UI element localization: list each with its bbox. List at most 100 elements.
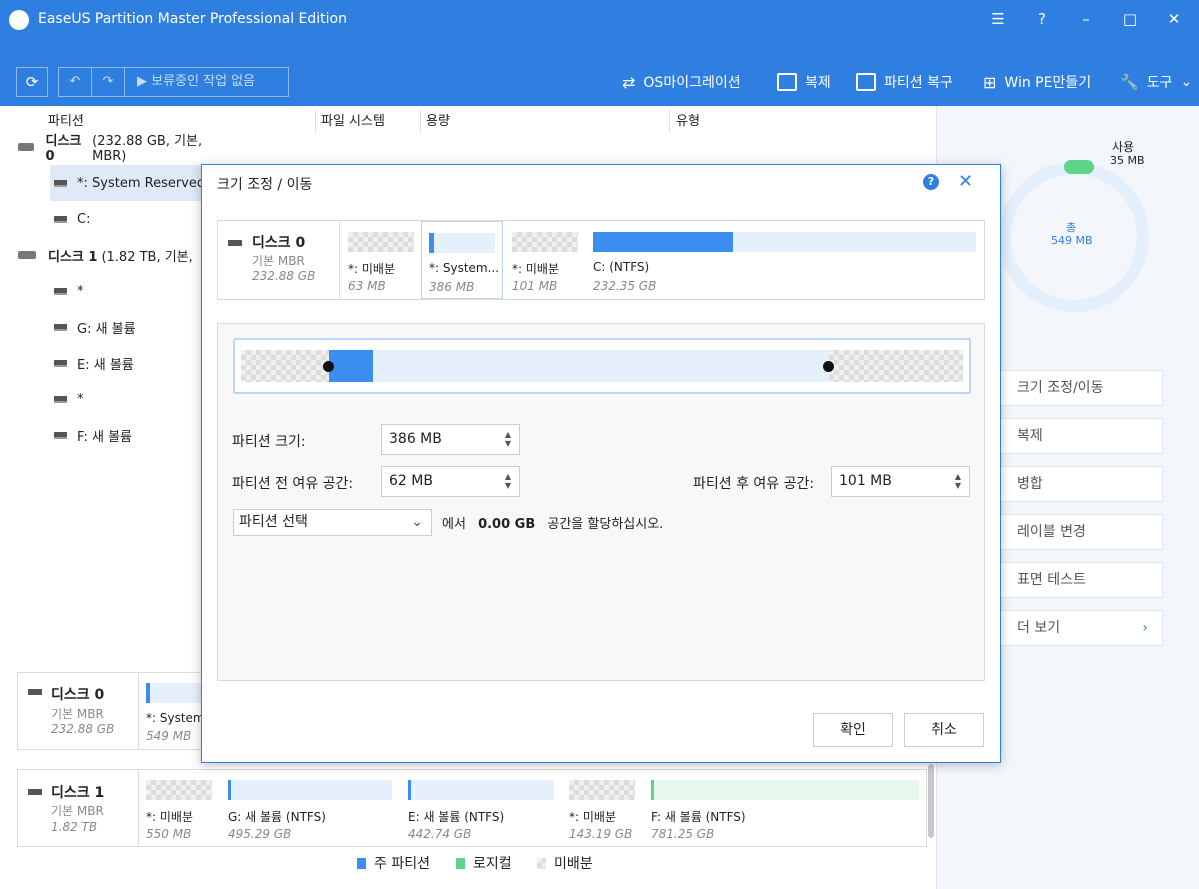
partition-name: *: System (146, 711, 205, 725)
dropdown-value: 파티션 선택 (239, 514, 308, 530)
undo-icon[interactable]: ↶ (59, 68, 92, 96)
disk-row-0[interactable]: 디스크 0 (232.88 GB, 기본, MBR) (0, 129, 220, 165)
divider (138, 673, 139, 749)
dialog-title: 크기 조정 / 이동 (217, 177, 313, 193)
more-action[interactable]: 더 보기 › (1000, 610, 1163, 646)
chevron-right-icon: › (1142, 620, 1148, 636)
partition-row-g[interactable]: G: 새 볼륨 (0, 309, 220, 345)
action-label: 복제 (1017, 428, 1043, 444)
partition-size: 495.29 GB (228, 827, 292, 841)
disk-icon (28, 689, 42, 695)
partition-slot[interactable]: *: 미배분 143.19 GB (569, 780, 639, 841)
legend-logical: 로지컬 (456, 853, 512, 873)
partition-label: F: 새 볼륨 (77, 429, 132, 445)
partition-used-fill (593, 232, 733, 252)
partition-row-unallocated-2[interactable]: * (0, 381, 220, 417)
undo-redo-group: ↶ ↷ ▶ 보류중인 작업 없음 (58, 67, 289, 97)
dialog-help-icon[interactable]: ? (923, 174, 939, 190)
partition-select-dropdown[interactable]: 파티션 선택 ⌄ (233, 509, 432, 536)
partition-slot[interactable]: F: 새 볼륨 (NTFS) 781.25 GB (651, 780, 921, 841)
partition-size: 232.35 GB (593, 279, 657, 293)
col-filesystem[interactable]: 파일 시스템 (321, 110, 385, 129)
disk-info: (1.82 TB, 기본, (101, 249, 193, 265)
partition-row-unallocated[interactable]: * (0, 273, 220, 309)
legend-swatch (456, 857, 465, 869)
surface-test-action[interactable]: 표면 테스트 (1000, 562, 1163, 598)
partition-slot[interactable]: E: 새 볼륨 (NTFS) 442.74 GB (408, 780, 558, 841)
partition-block[interactable] (329, 350, 373, 382)
disk-row-1[interactable]: 디스크 1 (1.82 TB, 기본, (0, 237, 220, 273)
dialog-partition-slot[interactable]: *: 미배분 63 MB (341, 221, 421, 299)
partition-row-e[interactable]: E: 새 볼륨 (0, 345, 220, 381)
winpe-button[interactable]: ⊞ Win PE만들기 (983, 70, 1091, 94)
dialog-partition-slot-selected[interactable]: *: System... 386 MB (421, 221, 503, 299)
cancel-button[interactable]: 취소 (904, 713, 984, 747)
scrollbar[interactable] (928, 764, 934, 838)
chevron-down-icon: ⌄ (1180, 74, 1193, 90)
col-type[interactable]: 유형 (676, 110, 700, 129)
partition-icon (54, 395, 67, 403)
partition-size: 63 MB (348, 279, 386, 293)
dialog-partition-slot[interactable]: *: 미배분 101 MB (505, 221, 585, 299)
clone-action[interactable]: 복제 (1000, 418, 1163, 454)
legend-primary: 주 파티션 (357, 853, 430, 873)
minimize-icon[interactable]: – (1069, 6, 1103, 32)
col-divider[interactable] (669, 110, 670, 132)
disk0-map[interactable]: 디스크 0 기본 MBR 232.88 GB *: System 549 MB (17, 672, 207, 750)
change-label-action[interactable]: 레이블 변경 (1000, 514, 1163, 550)
partition-size: 549 MB (146, 729, 192, 743)
free-before-input[interactable]: 62 MB ▲ ▼ (381, 466, 520, 497)
right-resize-handle[interactable] (823, 361, 834, 372)
divider (339, 221, 340, 299)
dialog-partition-slot[interactable]: C: (NTFS) 232.35 GB (586, 221, 984, 299)
partition-size-input[interactable]: 386 MB ▲ ▼ (381, 424, 520, 455)
partition-bar (651, 780, 919, 800)
spinner-arrows-icon[interactable]: ▲ ▼ (505, 430, 511, 448)
col-divider[interactable] (315, 110, 316, 132)
partition-row-system-reserved[interactable]: *: System Reserved (50, 165, 220, 201)
close-icon[interactable]: ✕ (1157, 6, 1191, 32)
legend-label: 로지컬 (473, 856, 512, 872)
tools-button[interactable]: 🔧 도구 ⌄ (1120, 70, 1192, 94)
free-after-input[interactable]: 101 MB ▲ ▼ (831, 466, 970, 497)
partition-label: G: 새 볼륨 (77, 321, 136, 337)
partition-label: E: 새 볼륨 (77, 357, 134, 373)
partition-size-label: 파티션 크기: (232, 434, 306, 450)
partition-row-c[interactable]: C: (0, 201, 220, 237)
clone-label: 복제 (805, 75, 831, 91)
os-migration-button[interactable]: ⇄ OS마이그레이션 (622, 70, 741, 94)
ok-button[interactable]: 확인 (813, 713, 893, 747)
disk-name: 디스크 1 (51, 785, 105, 801)
redo-icon[interactable]: ↷ (92, 68, 125, 96)
partition-bar (512, 232, 578, 252)
merge-action[interactable]: 병합 (1000, 466, 1163, 502)
apply-pending-button[interactable]: ▶ 보류중인 작업 없음 (125, 68, 288, 96)
partition-slot[interactable]: G: 새 볼륨 (NTFS) 495.29 GB (228, 780, 398, 841)
clone-button[interactable]: 복제 (777, 70, 831, 94)
spinner-arrows-icon[interactable]: ▲ ▼ (955, 472, 961, 490)
col-capacity[interactable]: 용량 (426, 110, 450, 129)
menu-icon[interactable]: ☰ (981, 6, 1015, 32)
left-resize-handle[interactable] (323, 361, 334, 372)
col-divider[interactable] (420, 110, 421, 132)
partition-slot[interactable]: *: 미배분 550 MB (146, 780, 216, 841)
pending-label: 보류중인 작업 없음 (151, 74, 256, 89)
help-icon[interactable]: ? (1025, 6, 1059, 32)
total-value: 549 MB (1051, 234, 1093, 247)
used-value: 35 MB (1110, 154, 1145, 167)
maximize-icon[interactable]: □ (1113, 6, 1147, 32)
dialog-close-icon[interactable]: ✕ (958, 171, 973, 192)
spinner-arrows-icon[interactable]: ▲ ▼ (505, 472, 511, 490)
partition-recovery-button[interactable]: 파티션 복구 (856, 70, 953, 94)
used-label: 사용 (1112, 140, 1135, 154)
os-migration-label: OS마이그레이션 (643, 75, 741, 91)
partition-row-f[interactable]: F: 새 볼륨 (0, 417, 220, 453)
partition-bar (593, 232, 976, 252)
resize-slider[interactable] (233, 338, 971, 394)
resize-move-action[interactable]: 크기 조정/이동 (1000, 370, 1163, 406)
col-partition[interactable]: 파티션 (48, 110, 84, 129)
allocate-suffix: 공간을 할당하십시오. (547, 517, 664, 532)
refresh-button[interactable]: ⟳ (16, 67, 48, 97)
disk-type: 기본 MBR (51, 804, 104, 818)
partition-bar (146, 780, 212, 800)
